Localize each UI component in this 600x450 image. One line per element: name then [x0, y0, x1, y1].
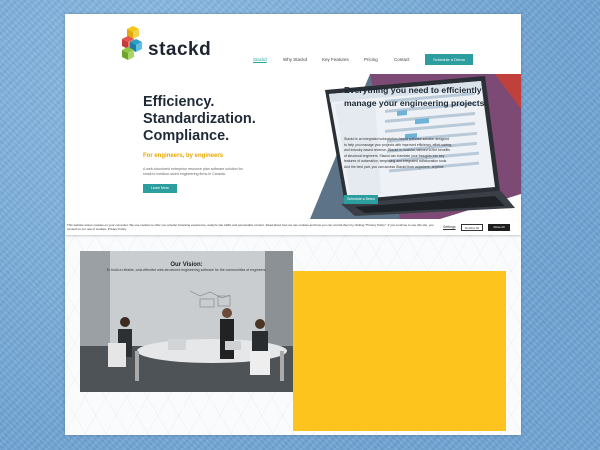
vision-caption: Our Vision: To build a reliable, cost-ef… [80, 262, 293, 273]
cube-stack-icon [122, 26, 142, 60]
headline-standardization: Standardization. [143, 111, 256, 127]
hero-description: A web-structured enterprise resource pla… [143, 167, 243, 176]
learn-more-button[interactable]: Learn More [143, 184, 177, 193]
office-meeting-photo: Our Vision: To build a reliable, cost-ef… [80, 251, 293, 392]
schedule-demo-button-2[interactable]: Schedule a Demo [344, 195, 378, 204]
website-page: stackd Stackd Why Stackd Key Features Pr… [65, 14, 521, 435]
schedule-demo-button[interactable]: Schedule a Demo [425, 54, 473, 65]
nav-stackd[interactable]: Stackd [253, 57, 267, 62]
cookie-banner: This website stores cookies on your comp… [65, 220, 521, 235]
headline-compliance: Compliance. [143, 128, 230, 144]
yellow-feature-panel [293, 271, 506, 431]
cookie-text: This website stores cookies on your comp… [67, 223, 434, 231]
feature-title: Everything you need to efficiently manag… [344, 85, 487, 108]
features-section: Our Vision: To build a reliable, cost-ef… [65, 235, 521, 435]
nav-contact[interactable]: Contact [394, 57, 410, 62]
decline-all-button[interactable]: Decline All [461, 223, 483, 231]
hero-headline: Efficiency. Standardization. Compliance. [143, 94, 283, 145]
hero-subheading: For engineers, by engineers [143, 153, 224, 159]
feature-description: Stackd is an integrated subscription-bas… [344, 137, 452, 169]
cookie-settings-link[interactable]: Settings [443, 225, 456, 229]
brand-name: stackd [148, 39, 212, 60]
nav-why-stackd[interactable]: Why Stackd [283, 57, 307, 62]
vision-text: To build a reliable, cost-effective web-… [106, 268, 267, 272]
allow-all-button[interactable]: Allow All [488, 223, 510, 231]
stackd-logo[interactable]: stackd [120, 26, 212, 76]
nav-pricing[interactable]: Pricing [364, 57, 378, 62]
headline-efficiency: Efficiency. [143, 94, 215, 110]
nav-key-features[interactable]: Key Features [322, 57, 349, 62]
